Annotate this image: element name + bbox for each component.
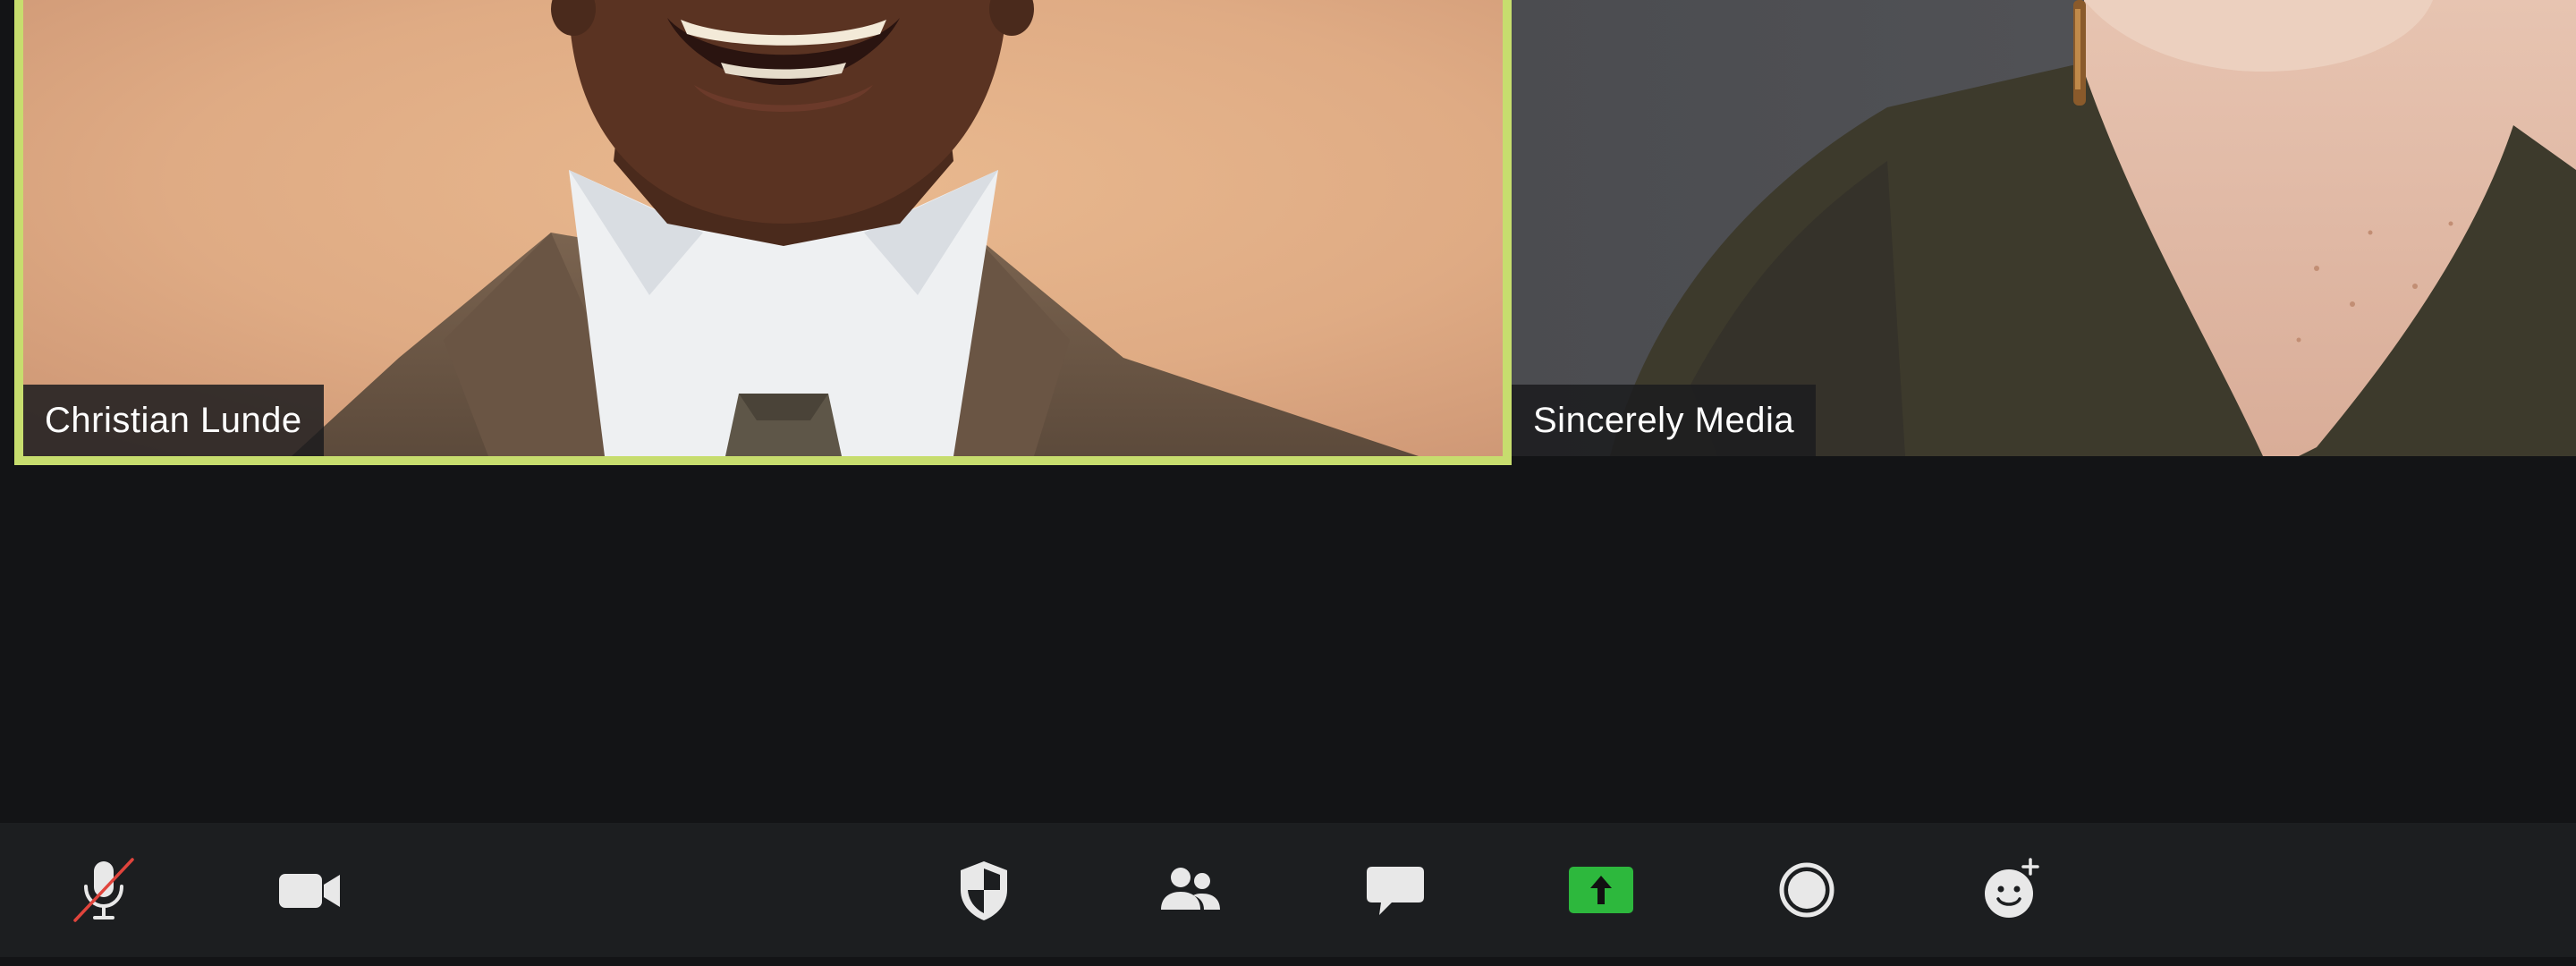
video-tile-christian-lunde[interactable]: Christian Lunde [14,0,1512,465]
participants-button[interactable] [1136,823,1243,957]
reactions-icon [1985,858,2039,918]
reactions-button[interactable] [1959,823,2066,957]
record-button[interactable] [1753,823,1860,957]
meeting-window: Christian Lunde Sincerely Media [0,0,2576,966]
record-icon [1779,862,1835,918]
microphone-muted-icon [73,858,134,922]
meeting-toolbar [0,823,2576,957]
participants-icon [1161,868,1220,910]
mute-button[interactable] [50,823,157,957]
video-tile-sincerely-media[interactable]: Sincerely Media [1512,0,2576,456]
video-camera-icon [279,874,340,908]
video-button[interactable] [256,823,363,957]
share-screen-button[interactable] [1547,823,1655,957]
share-screen-icon [1569,867,1633,913]
security-button[interactable] [930,823,1038,957]
chat-icon [1367,867,1424,915]
participant-name-label: Sincerely Media [1512,385,1817,456]
chat-button[interactable] [1342,823,1449,957]
participant-name-label: Christian Lunde [23,385,324,456]
security-shield-icon [961,861,1007,920]
